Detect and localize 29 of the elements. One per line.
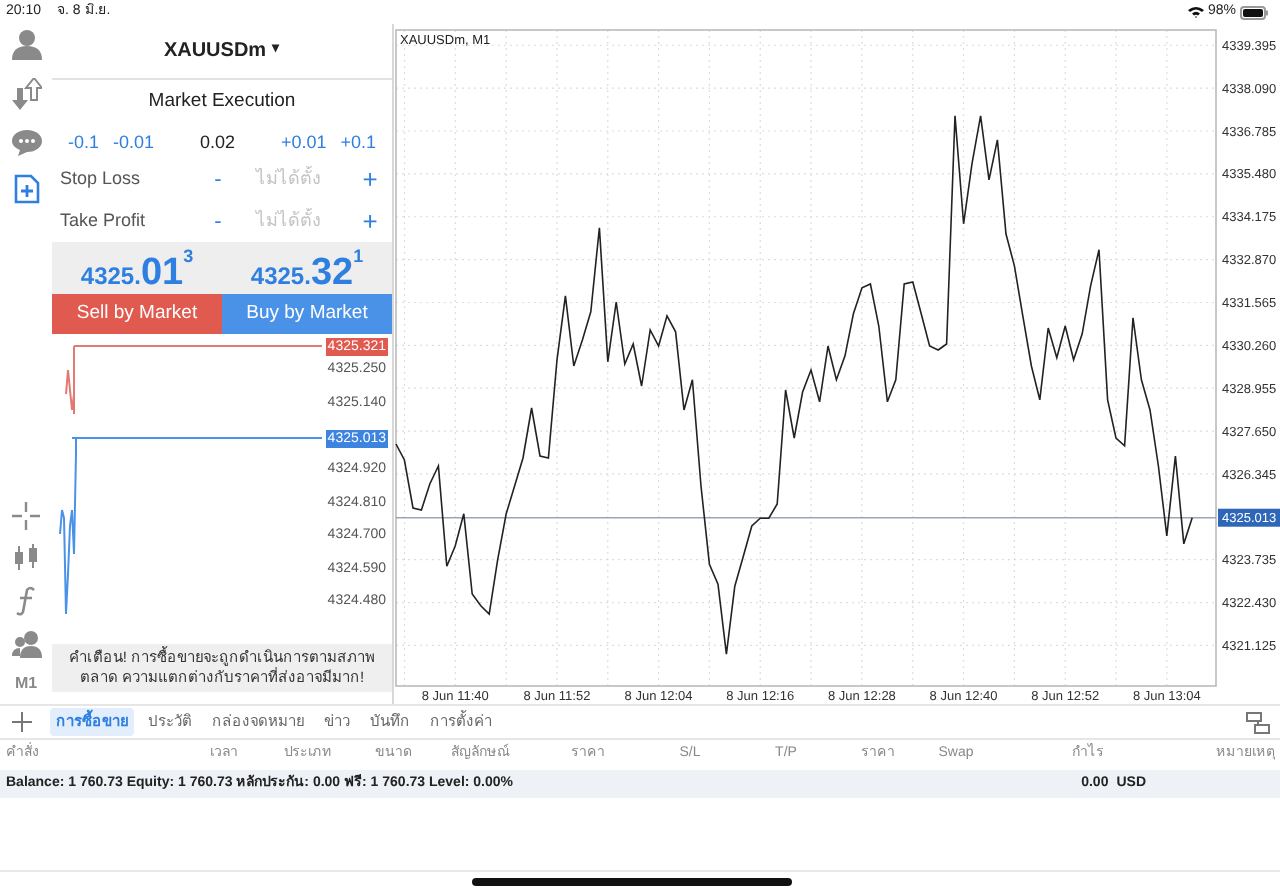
transfer-arrows-icon[interactable] [11,78,41,110]
new-order-icon[interactable] [13,174,39,204]
volume-step-button[interactable]: -0.1 [68,129,100,156]
battery-icon [1240,5,1268,19]
chat-icon[interactable] [11,128,41,156]
ask-price: 4325.32$^{1}$ [250,254,364,293]
execution-type: Market Execution [146,88,298,116]
volume-step-button[interactable]: +0.1 [340,129,376,156]
sell-button[interactable]: Sell by Market [52,294,222,335]
volume-step-button[interactable]: +0.01 [280,129,327,156]
candlestick-icon[interactable] [12,544,40,572]
timeframe-button[interactable]: M1 [14,672,38,696]
minus-button[interactable]: - [204,205,232,238]
plus-button[interactable]: + [356,160,384,199]
buy-button[interactable]: Buy by Market [222,294,392,335]
wifi-icon [1187,6,1204,18]
layout-icon[interactable] [1246,711,1270,733]
plus-button[interactable]: + [356,202,384,241]
people-icon[interactable] [11,630,41,658]
add-icon[interactable] [12,712,32,732]
crosshair-icon[interactable] [12,502,40,530]
volume-step-button[interactable]: -0.01 [113,129,155,156]
bid-price: 4325.01$^{3}$ [80,254,194,293]
level-label: Stop Loss [60,166,143,192]
minus-button[interactable]: - [204,163,232,196]
volume-value[interactable]: 0.02 [154,129,281,156]
level-label: Take Profit [60,208,148,234]
function-icon[interactable] [14,586,38,616]
account-icon[interactable] [11,28,41,60]
